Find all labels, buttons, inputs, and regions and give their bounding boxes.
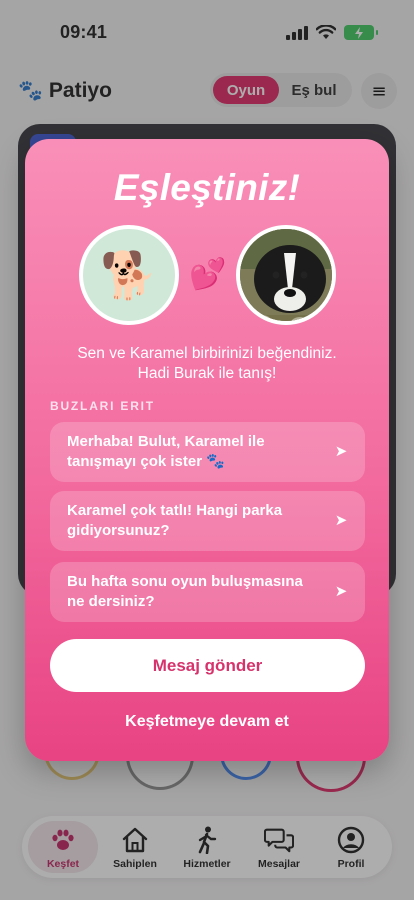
match-pet-avatar (236, 225, 336, 325)
two-hearts-icon: 💕 (189, 258, 227, 291)
icebreaker-option[interactable]: Bu hafta sonu oyun buluşmasına ne dersin… (50, 562, 365, 622)
my-pet-avatar: 🐕 (79, 225, 179, 325)
send-arrow-icon: ➤ (334, 583, 348, 600)
send-arrow-icon: ➤ (334, 512, 348, 529)
match-modal: Eşleştiniz! 🐕 💕 Sen ve Karamel birbirini… (25, 139, 389, 761)
match-message: Sen ve Karamel birbirinizi beğendiniz. H… (25, 344, 389, 384)
match-message-line-1: Sen ve Karamel birbirinizi beğendiniz. (77, 345, 337, 362)
icebreaker-text: Karamel çok tatlı! Hangi parka gidiyorsu… (67, 502, 283, 539)
icebreaker-option[interactable]: Karamel çok tatlı! Hangi parka gidiyorsu… (50, 491, 365, 551)
send-message-button[interactable]: Mesaj gönder (50, 639, 365, 692)
keep-exploring-link[interactable]: Keşfetmeye devam et (25, 713, 389, 731)
match-message-line-2: Hadi Burak ile tanış! (137, 365, 277, 382)
icebreakers-heading: BUZLARI ERIT (50, 399, 155, 413)
dog-photo (240, 229, 332, 321)
dog-icon: 🐕 (100, 248, 158, 301)
match-title: Eşleştiniz! (113, 167, 301, 208)
icebreaker-option[interactable]: Merhaba! Bulut, Karamel ile tanışmayı ço… (50, 422, 365, 482)
send-arrow-icon: ➤ (334, 443, 348, 460)
icebreaker-text: Bu hafta sonu oyun buluşmasına ne dersin… (67, 573, 303, 610)
icebreaker-text: Merhaba! Bulut, Karamel ile tanışmayı ço… (67, 433, 265, 470)
